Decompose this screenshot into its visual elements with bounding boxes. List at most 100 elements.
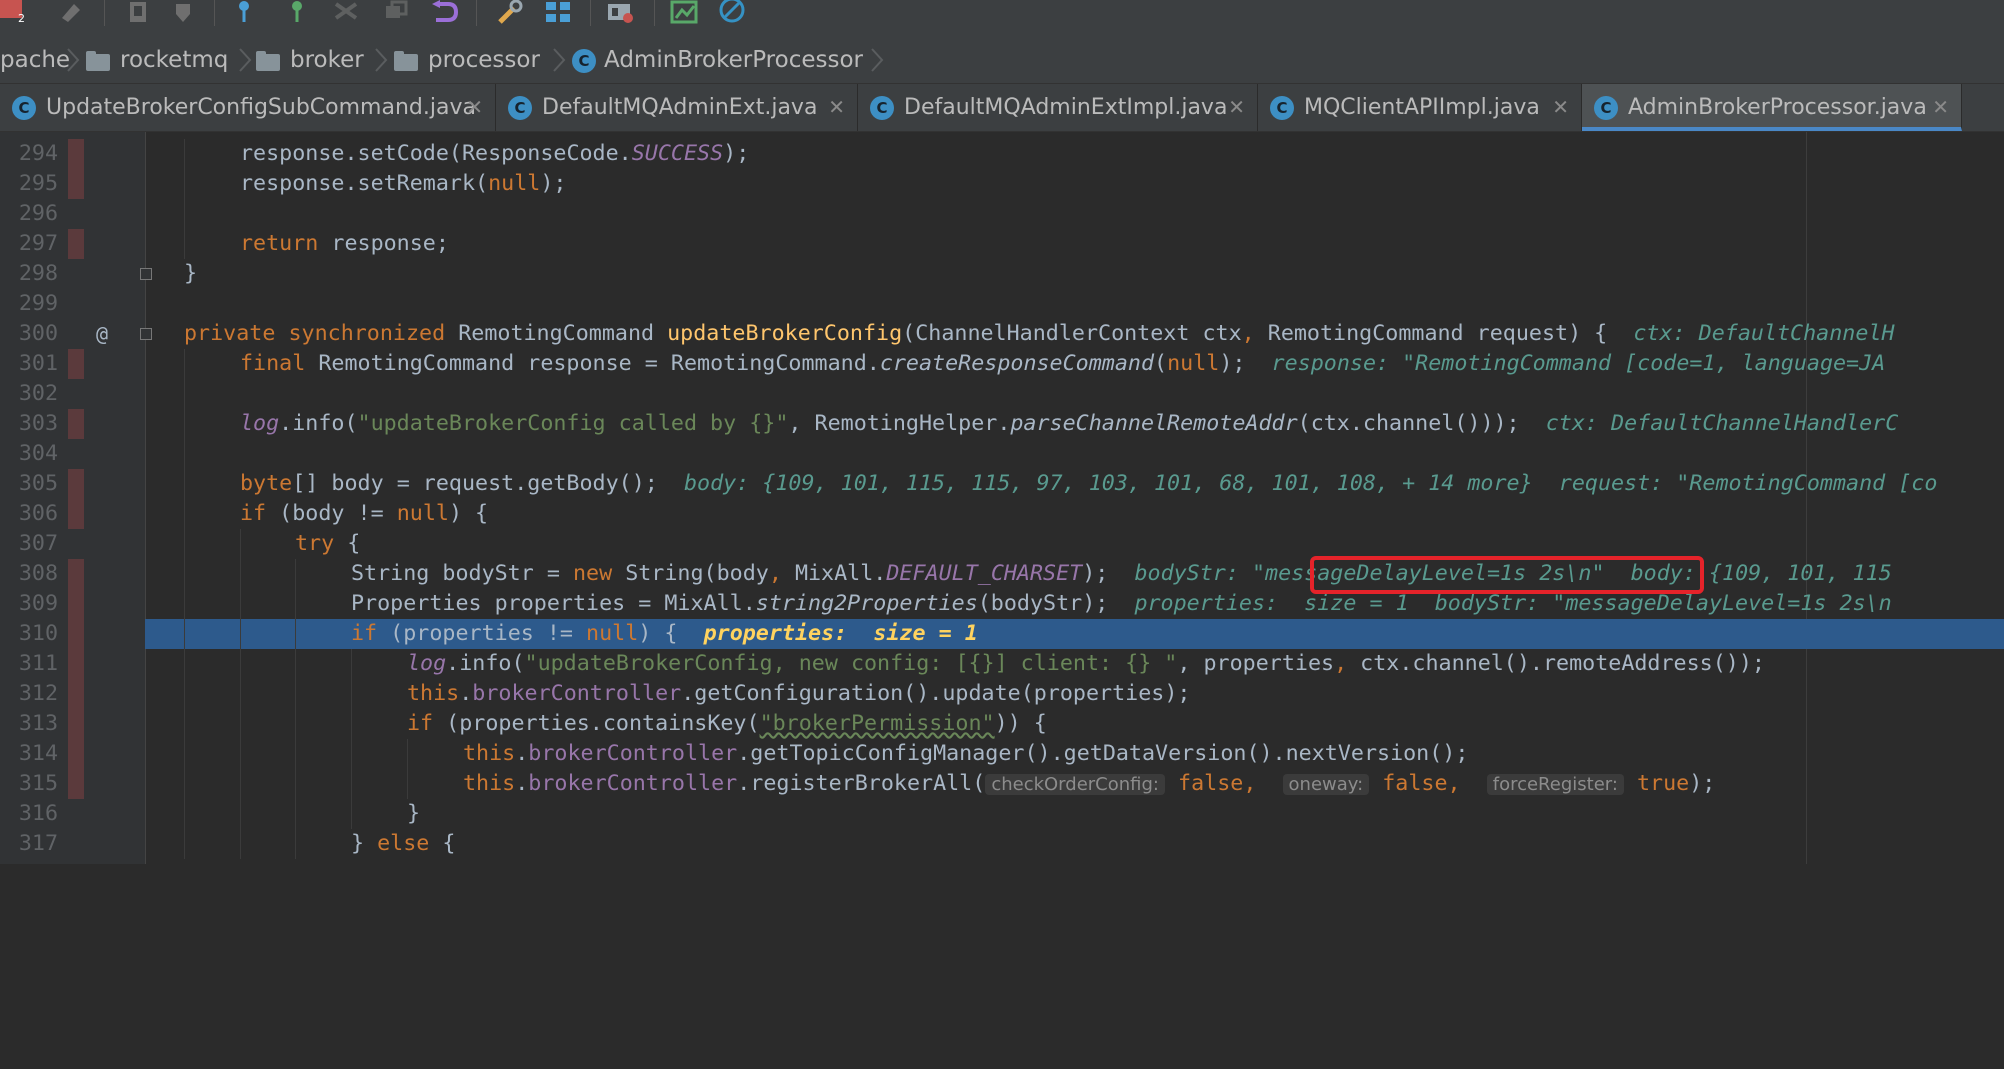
code-line[interactable]: 303 log.info("updateBrokerConfig called … (0, 409, 2004, 439)
line-number: 314 (18, 741, 58, 766)
tab-label: MQClientAPIImpl.java (1304, 95, 1540, 120)
code-line[interactable]: 309 Properties properties = MixAll.strin… (0, 589, 2004, 619)
current-execution-line[interactable]: 310 if (properties != null) { properties… (0, 619, 2004, 649)
code-line[interactable]: 317 } else { (0, 829, 2004, 859)
code-line[interactable]: 306 if (body != null) { (0, 499, 2004, 529)
code-line[interactable]: 316 } (0, 799, 2004, 829)
folder-icon (86, 50, 112, 71)
close-icon[interactable]: ✕ (1932, 84, 1949, 131)
breadcrumb-label: broker (290, 47, 364, 73)
breakpoint-marker[interactable] (68, 649, 84, 679)
code-line[interactable]: 294 response.setCode(ResponseCode.SUCCES… (0, 139, 2004, 169)
override-icon[interactable]: @ (96, 319, 108, 349)
merge-icon[interactable] (282, 0, 312, 26)
breadcrumb-item[interactable]: rocketmq (86, 46, 228, 74)
code-line[interactable]: 300 @ private synchronized RemotingComma… (0, 319, 2004, 349)
coverage-icon[interactable] (670, 0, 700, 26)
debug-inline-value: ctx: DefaultChannelH (1633, 321, 1895, 346)
main-toolbar: 2 (0, 0, 2004, 37)
line-number: 316 (18, 801, 58, 826)
breadcrumb-item[interactable]: pache (0, 46, 70, 74)
toolbar-separator (104, 0, 105, 26)
build-down-icon[interactable] (170, 0, 200, 26)
task-icon[interactable]: 2 (0, 0, 30, 26)
compare-icon[interactable] (332, 0, 362, 26)
breadcrumb-item[interactable]: C AdminBrokerProcessor (572, 46, 863, 74)
folder-icon (256, 50, 282, 71)
code-line[interactable]: 314 this.brokerController.getTopicConfig… (0, 739, 2004, 769)
sdk-icon[interactable] (606, 0, 636, 26)
line-number: 303 (18, 411, 58, 436)
chevron-right-icon (553, 48, 566, 72)
stash-icon[interactable] (382, 0, 412, 26)
breadcrumb-item[interactable]: broker (256, 46, 364, 74)
code-line[interactable]: 315 this.brokerController.registerBroker… (0, 769, 2004, 799)
line-number: 295 (18, 171, 58, 196)
tab-update-broker-config-sub-command[interactable]: C UpdateBrokerConfigSubCommand.java ✕ (0, 84, 496, 131)
chevron-right-icon (871, 48, 884, 72)
chevron-right-icon (67, 48, 80, 72)
code-line[interactable]: 305 byte[] body = request.getBody(); bod… (0, 469, 2004, 499)
class-icon: C (1270, 96, 1294, 120)
breakpoint-marker[interactable] (68, 739, 84, 769)
class-icon: C (870, 96, 894, 120)
code-line[interactable]: 312 this.brokerController.getConfigurati… (0, 679, 2004, 709)
fold-icon[interactable] (140, 268, 152, 280)
breakpoint-marker[interactable] (68, 499, 84, 529)
line-number: 307 (18, 531, 58, 556)
breakpoint-marker[interactable] (68, 709, 84, 739)
tab-label: DefaultMQAdminExt.java (542, 95, 818, 120)
class-icon: C (508, 96, 532, 120)
code-line[interactable]: 302 (0, 379, 2004, 409)
line-number: 317 (18, 831, 58, 856)
toolbar-separator (214, 0, 215, 26)
code-line[interactable]: 307 try { (0, 529, 2004, 559)
code-line[interactable]: 298 } (0, 259, 2004, 289)
close-icon[interactable]: ✕ (828, 84, 845, 131)
fold-icon[interactable] (140, 328, 152, 340)
code-line[interactable]: 295 response.setRemark(null); (0, 169, 2004, 199)
line-number: 297 (18, 231, 58, 256)
code-line[interactable]: 311 log.info("updateBrokerConfig, new co… (0, 649, 2004, 679)
close-icon[interactable]: ✕ (1228, 84, 1245, 131)
code-line[interactable]: 313 if (properties.containsKey("brokerPe… (0, 709, 2004, 739)
tab-admin-broker-processor[interactable]: C AdminBrokerProcessor.java ✕ (1582, 84, 1962, 131)
breakpoint-marker[interactable] (68, 589, 84, 619)
breakpoint-marker[interactable] (68, 169, 84, 199)
code-line[interactable]: 301 final RemotingCommand response = Rem… (0, 349, 2004, 379)
run-icon[interactable] (58, 0, 88, 26)
breakpoint-marker[interactable] (68, 349, 84, 379)
code-line[interactable]: 297 return response; (0, 229, 2004, 259)
code-line[interactable]: 304 (0, 439, 2004, 469)
folder-icon (394, 50, 420, 71)
breakpoint-marker[interactable] (68, 679, 84, 709)
no-entry-icon[interactable] (718, 0, 748, 26)
settings-icon[interactable] (496, 0, 526, 26)
breakpoint-marker[interactable] (68, 559, 84, 589)
breakpoint-marker[interactable] (68, 769, 84, 799)
class-icon: C (1594, 96, 1618, 120)
code-line[interactable]: 299 (0, 289, 2004, 319)
breakpoint-marker[interactable] (68, 139, 84, 169)
line-number: 313 (18, 711, 58, 736)
line-number: 311 (18, 651, 58, 676)
breakpoint-marker[interactable] (68, 409, 84, 439)
breakpoint-marker[interactable] (68, 619, 84, 649)
revert-icon[interactable] (430, 0, 460, 26)
branch-icon[interactable] (232, 0, 262, 26)
breadcrumb-label: pache (0, 47, 71, 73)
close-icon[interactable]: ✕ (466, 84, 483, 131)
breakpoint-marker[interactable] (68, 469, 84, 499)
build-icon[interactable] (124, 0, 154, 26)
tab-default-mq-admin-ext-impl[interactable]: C DefaultMQAdminExtImpl.java ✕ (858, 84, 1258, 131)
breadcrumb-item[interactable]: processor (394, 46, 540, 74)
breakpoint-marker[interactable] (68, 229, 84, 259)
tab-label: DefaultMQAdminExtImpl.java (904, 95, 1228, 120)
tab-default-mq-admin-ext[interactable]: C DefaultMQAdminExt.java ✕ (496, 84, 858, 131)
code-editor[interactable]: 294 response.setCode(ResponseCode.SUCCES… (0, 132, 2004, 864)
code-line[interactable]: 296 (0, 199, 2004, 229)
close-icon[interactable]: ✕ (1552, 84, 1569, 131)
line-number: 304 (18, 441, 58, 466)
tab-mq-client-api-impl[interactable]: C MQClientAPIImpl.java ✕ (1258, 84, 1582, 131)
structure-icon[interactable] (544, 0, 574, 26)
